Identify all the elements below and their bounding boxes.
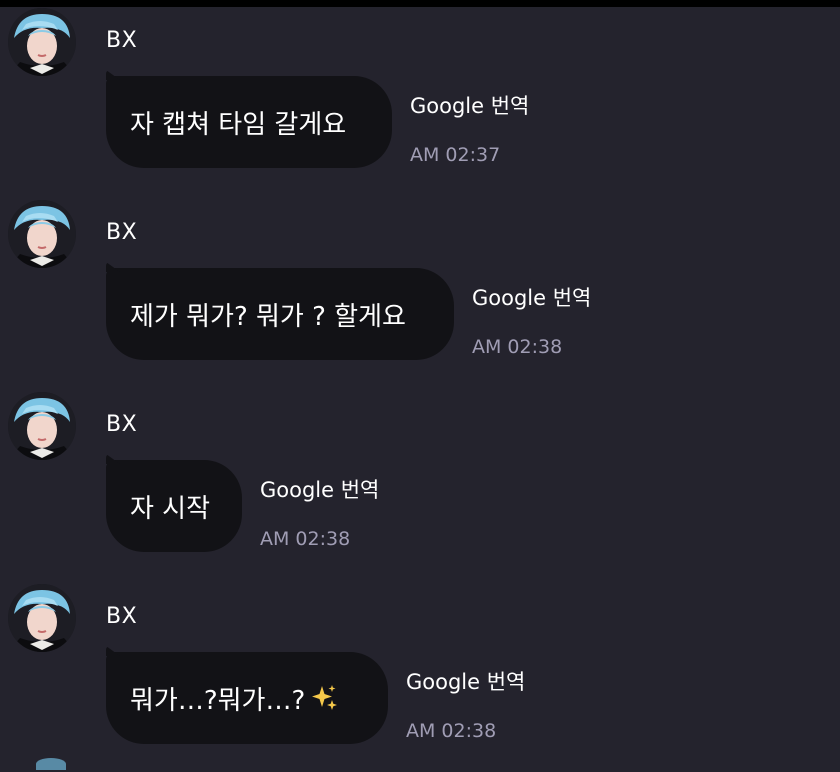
message-bubble[interactable]: 자 캡쳐 타임 갈게요: [106, 76, 392, 168]
google-translate-link[interactable]: Google 번역: [472, 282, 591, 312]
message-meta: Google 번역 AM 02:38: [406, 666, 525, 742]
message-item: BX 제가 뭐가? 뭐가 ? 할게요 Google 번역 AM 02:38: [0, 196, 840, 388]
sender-name: BX: [106, 220, 138, 245]
avatar[interactable]: [8, 8, 76, 76]
avatar[interactable]: [8, 584, 76, 652]
google-translate-link[interactable]: Google 번역: [406, 666, 525, 696]
message-timestamp: AM 02:38: [406, 720, 497, 742]
message-meta: Google 번역 AM 02:38: [260, 474, 379, 550]
message-meta: Google 번역 AM 02:37: [410, 90, 529, 166]
sparkles-icon: [309, 683, 339, 713]
chat-message-list[interactable]: BX 자 캡쳐 타임 갈게요 Google 번역 AM 02:37 BX 제가 …: [0, 0, 840, 770]
message-text: 자 캡쳐 타임 갈게요: [130, 109, 347, 140]
message-timestamp: AM 02:38: [472, 336, 563, 358]
avatar[interactable]: [36, 758, 66, 770]
message-item: BX 뭐가…?뭐가…? Google 번역 AM 02:38: [0, 580, 840, 772]
message-item: BX 자 캡쳐 타임 갈게요 Google 번역 AM 02:37: [0, 4, 840, 196]
sender-name: BX: [106, 604, 138, 629]
message-timestamp: AM 02:38: [260, 528, 351, 550]
message-text: 제가 뭐가? 뭐가 ? 할게요: [130, 301, 406, 332]
google-translate-link[interactable]: Google 번역: [260, 474, 379, 504]
sender-name: BX: [106, 412, 138, 437]
message-text: 자 시작: [130, 493, 211, 524]
message-item: BX 자 시작 Google 번역 AM 02:38: [0, 388, 840, 580]
sender-name: BX: [106, 28, 138, 53]
google-translate-link[interactable]: Google 번역: [410, 90, 529, 120]
message-bubble[interactable]: 뭐가…?뭐가…?: [106, 652, 388, 744]
message-meta: Google 번역 AM 02:38: [472, 282, 591, 358]
message-bubble[interactable]: 자 시작: [106, 460, 242, 552]
avatar[interactable]: [8, 392, 76, 460]
message-bubble[interactable]: 제가 뭐가? 뭐가 ? 할게요: [106, 268, 454, 360]
message-timestamp: AM 02:37: [410, 144, 501, 166]
message-text: 뭐가…?뭐가…?: [130, 685, 306, 716]
avatar[interactable]: [8, 200, 76, 268]
